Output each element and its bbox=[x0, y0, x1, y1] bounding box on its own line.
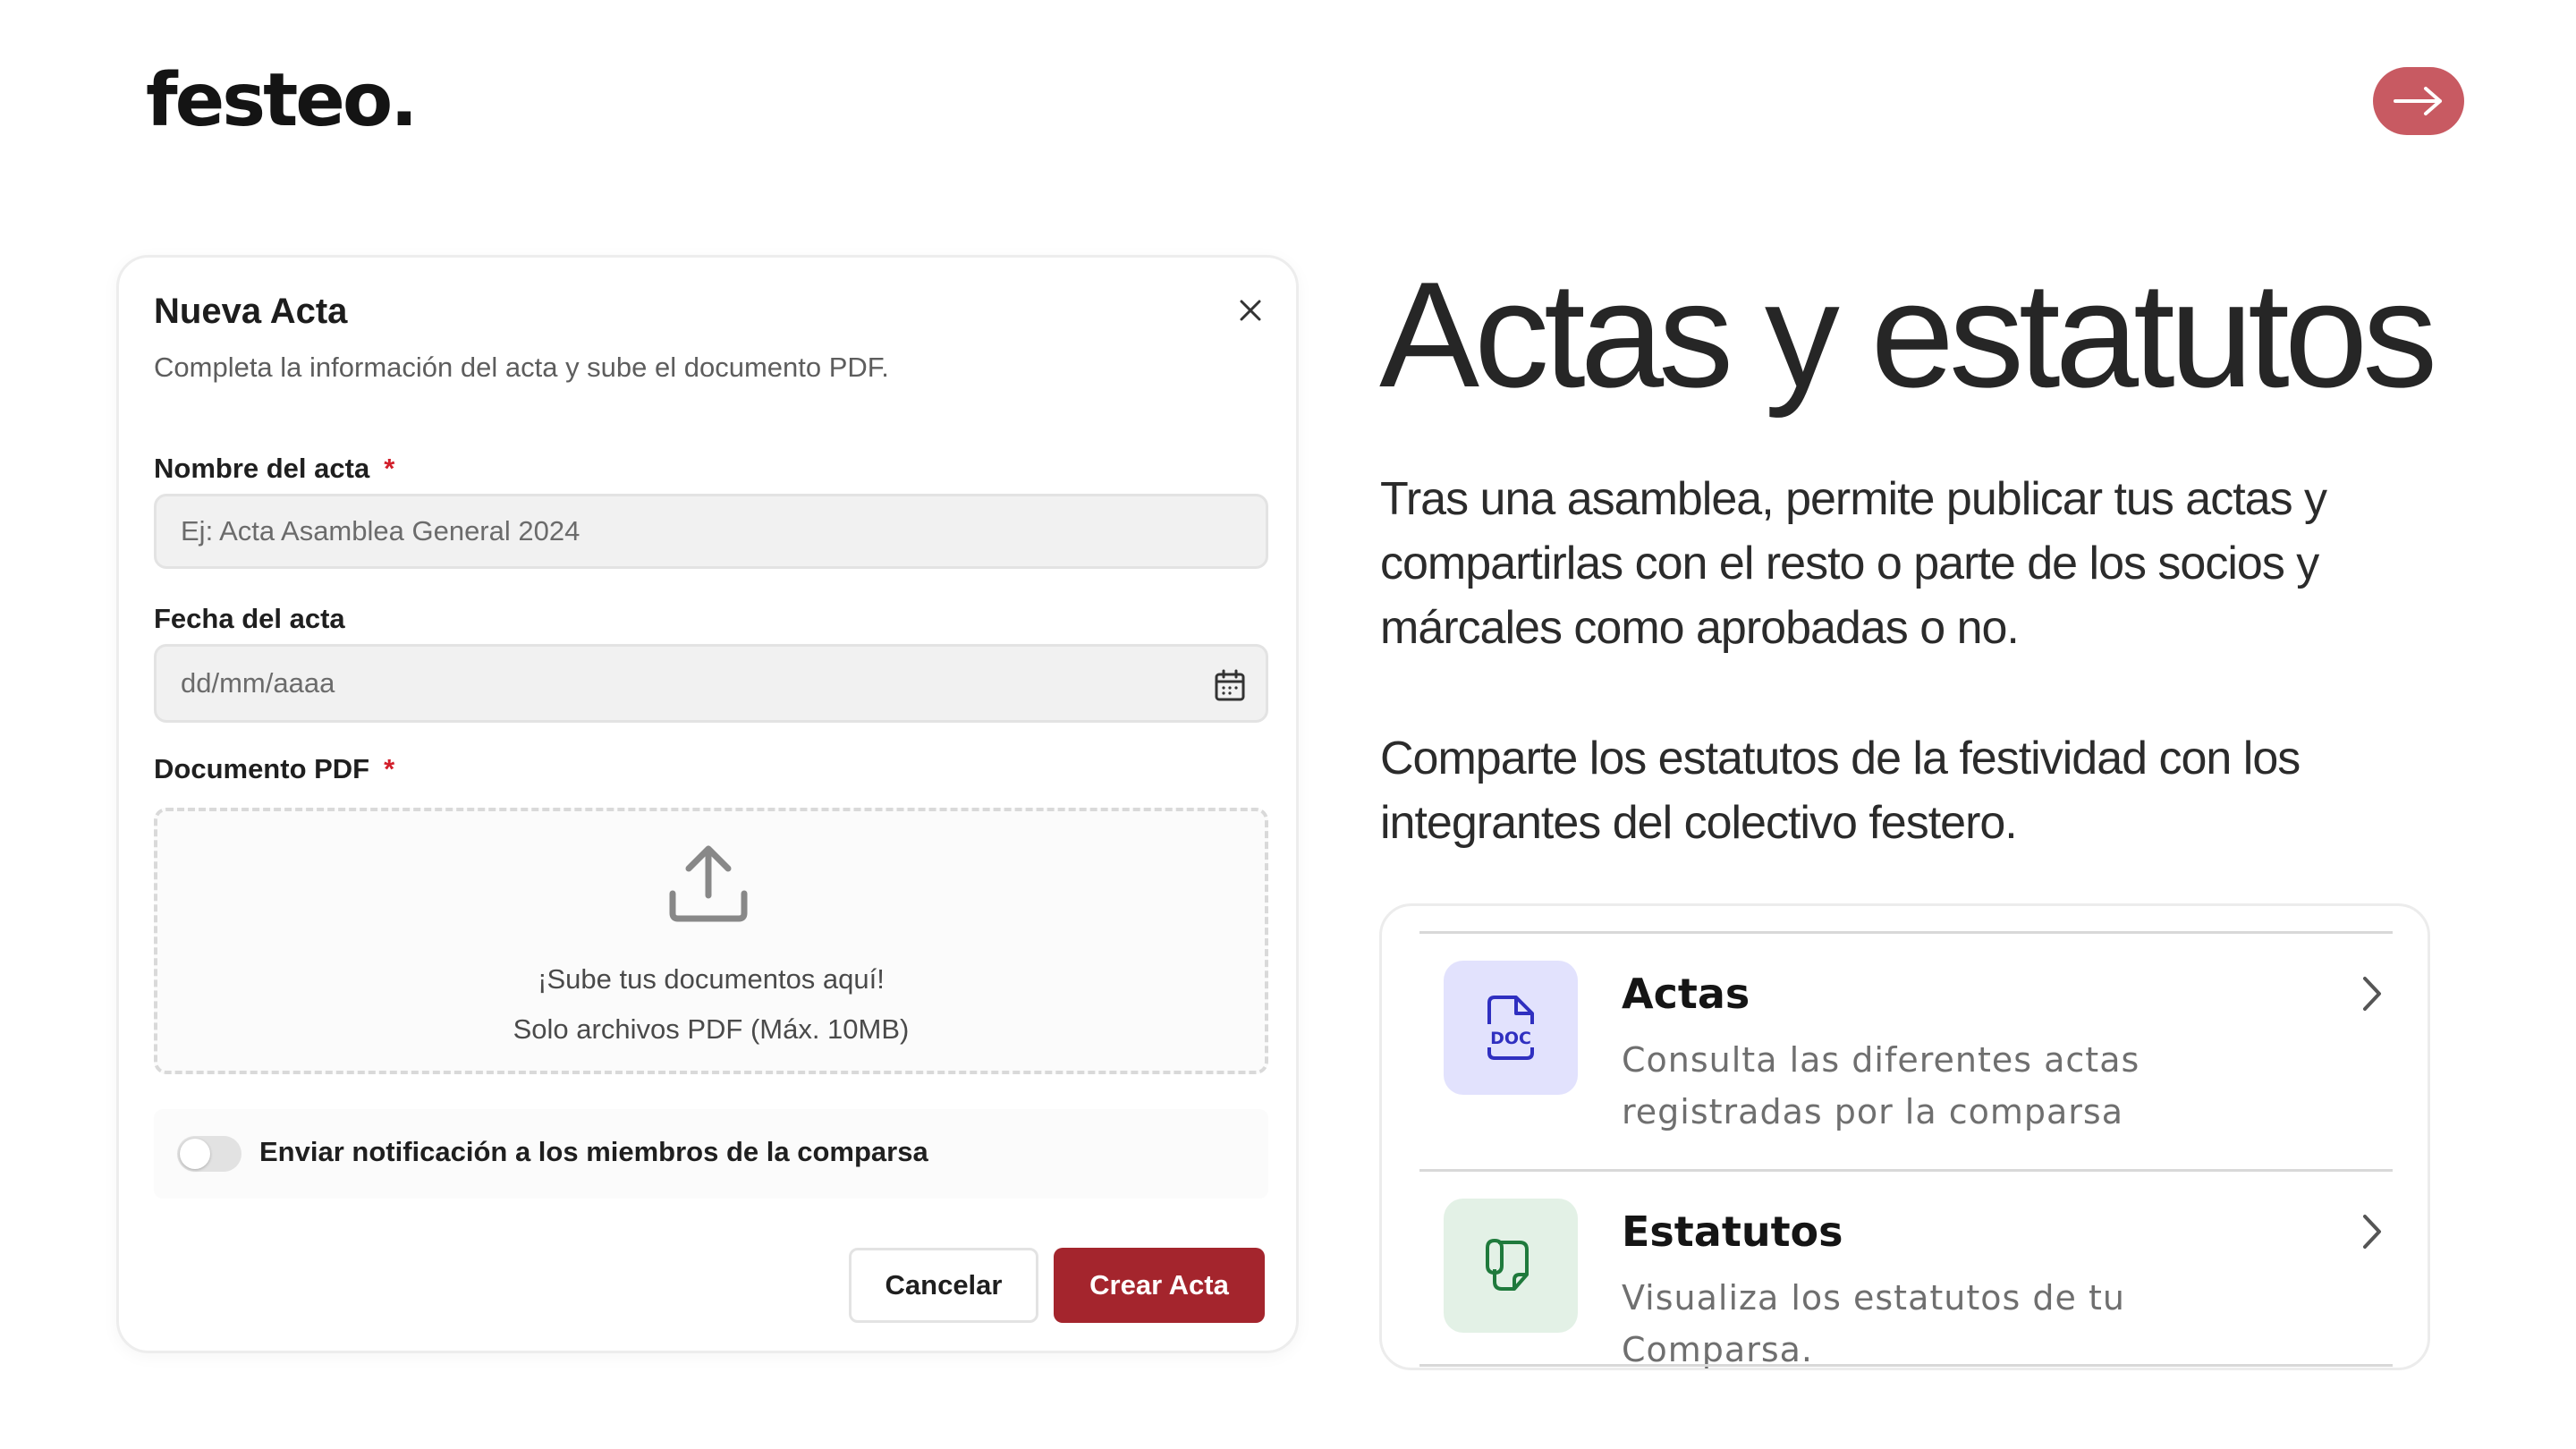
next-button[interactable] bbox=[2373, 67, 2464, 135]
required-mark: * bbox=[384, 753, 395, 784]
name-input[interactable] bbox=[157, 496, 1266, 566]
date-input[interactable] bbox=[157, 647, 1266, 720]
date-field-label: Fecha del acta bbox=[154, 603, 345, 634]
features-card: DOC Actas Consulta las diferentes actas … bbox=[1379, 903, 2430, 1370]
dialog-title: Nueva Acta bbox=[154, 292, 348, 331]
svg-text:DOC: DOC bbox=[1490, 1029, 1531, 1048]
feature-item-estatutos[interactable]: Estatutos Visualiza los estatutos de tu … bbox=[1419, 1172, 2393, 1369]
close-button[interactable] bbox=[1228, 288, 1273, 333]
notify-row: Enviar notificación a los miembros de la… bbox=[154, 1109, 1268, 1199]
feature-title: Estatutos bbox=[1622, 1208, 1843, 1256]
arrow-right-icon bbox=[2394, 87, 2442, 115]
pdf-field-label: Documento PDF * bbox=[154, 753, 395, 784]
feature-description: Visualiza los estatutos de tu Comparsa. bbox=[1622, 1278, 2125, 1369]
cancel-button[interactable]: Cancelar bbox=[849, 1248, 1038, 1323]
upload-icon bbox=[669, 845, 748, 922]
dialog-subtitle: Completa la información del acta y sube … bbox=[154, 352, 889, 383]
feature-item-actas[interactable]: DOC Actas Consulta las diferentes actas … bbox=[1419, 934, 2393, 1169]
feature-title: Actas bbox=[1622, 970, 1750, 1018]
doc-file-icon: DOC bbox=[1487, 996, 1534, 1060]
toggle-knob bbox=[180, 1139, 210, 1169]
date-field[interactable] bbox=[154, 644, 1268, 723]
feature-icon-box: DOC bbox=[1444, 961, 1578, 1095]
attachment-file-icon bbox=[1486, 1238, 1529, 1291]
calendar-icon[interactable] bbox=[1212, 667, 1248, 703]
notify-toggle[interactable] bbox=[177, 1136, 242, 1172]
statutes-paragraph: Comparte los estatutos de la festividad … bbox=[1380, 733, 2301, 849]
divider bbox=[1419, 1364, 2393, 1367]
intro-paragraph: Tras una asamblea, permite publicar tus … bbox=[1380, 473, 2327, 654]
page-heading: Actas y estatutos bbox=[1379, 250, 2437, 419]
chevron-right-icon bbox=[2363, 1215, 2381, 1249]
pdf-dropzone[interactable]: ¡Sube tus documentos aquí! Solo archivos… bbox=[154, 808, 1268, 1074]
name-field[interactable] bbox=[154, 494, 1268, 569]
create-acta-button[interactable]: Crear Acta bbox=[1054, 1248, 1265, 1323]
festeo-logo: festeo. bbox=[146, 58, 418, 143]
feature-description: Consulta las diferentes actas registrada… bbox=[1622, 1040, 2140, 1131]
chevron-right-icon bbox=[2363, 977, 2381, 1011]
name-field-label: Nombre del acta * bbox=[154, 453, 395, 484]
dropzone-hint: Solo archivos PDF (Máx. 10MB) bbox=[513, 1013, 910, 1045]
feature-icon-box bbox=[1444, 1199, 1578, 1333]
close-icon bbox=[1240, 300, 1261, 321]
required-mark: * bbox=[384, 453, 395, 484]
new-acta-dialog: Nueva Acta Completa la información del a… bbox=[116, 255, 1299, 1353]
dropzone-title: ¡Sube tus documentos aquí! bbox=[538, 963, 885, 995]
notify-label: Enviar notificación a los miembros de la… bbox=[259, 1136, 928, 1167]
